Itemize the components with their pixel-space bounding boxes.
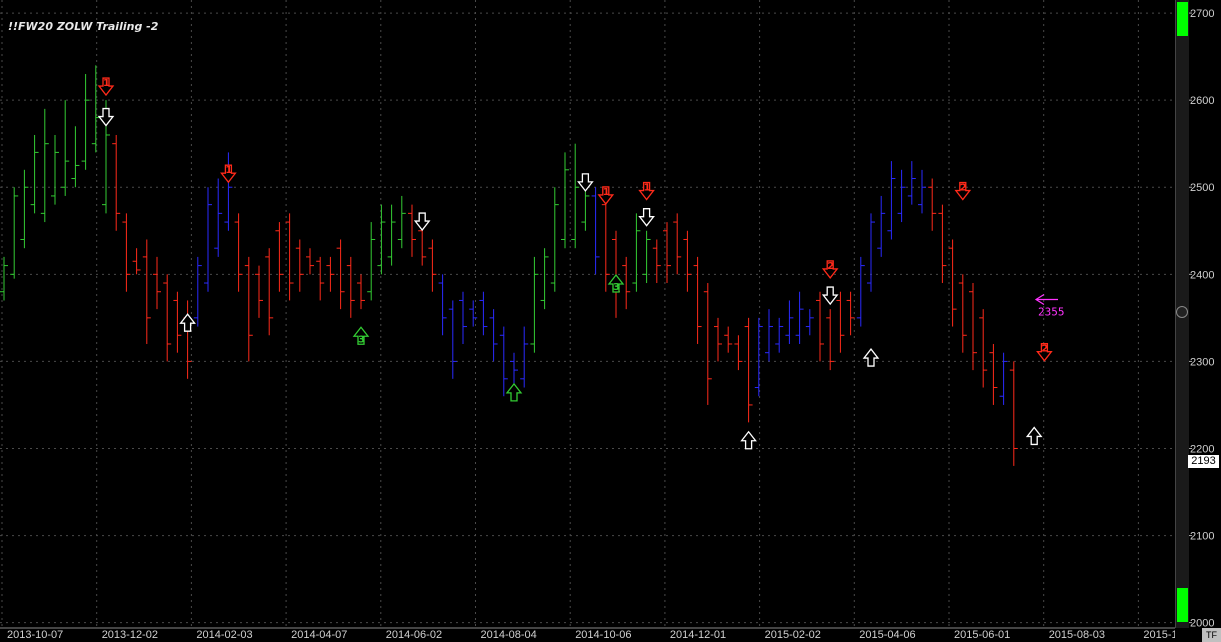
y-tick-label: 2400 (1190, 269, 1214, 281)
timeframe-button[interactable]: TF (1202, 628, 1221, 642)
price-chart[interactable]: 1 1 3 1 3 1 2 2 2 2355 2013-10-07 2013-12-02 2014-… (0, 0, 1175, 642)
x-tick-label: 2013-10-07 (7, 629, 63, 641)
y-tick-label: 2200 (1190, 443, 1214, 455)
signal-label: 1 (603, 187, 610, 198)
x-tick-label: 2014-10-06 (575, 629, 631, 641)
y-tick-label: 2500 (1190, 182, 1214, 194)
scroll-up-button[interactable] (1177, 2, 1188, 36)
signal-label: 1 (103, 78, 110, 89)
x-tick-label: 2015-1 (1143, 629, 1175, 641)
signal-label: 3 (358, 334, 365, 345)
y-tick-label: 2100 (1190, 531, 1214, 543)
x-tick-label: 2015-02-02 (765, 629, 821, 641)
scroll-thumb[interactable] (1176, 306, 1188, 318)
signal-label: 1 (225, 165, 232, 176)
scroll-down-button[interactable] (1177, 588, 1188, 622)
stop-label: 2355 (1038, 306, 1065, 319)
signal-label: 3 (613, 282, 620, 293)
x-tick-label: 2013-12-02 (102, 629, 158, 641)
vertical-scrollbar[interactable] (1175, 0, 1189, 628)
x-tick-label: 2014-08-04 (481, 629, 537, 641)
y-tick-label: 2300 (1190, 356, 1214, 368)
signal-label: 2 (960, 183, 967, 194)
y-axis: 20002100220023002400250026002700 (1188, 8, 1214, 630)
x-tick-label: 2014-12-01 (670, 629, 726, 641)
y-tick-label: 2700 (1190, 8, 1214, 20)
x-tick-label: 2014-02-03 (196, 629, 252, 641)
x-tick-label: 2014-04-07 (291, 629, 347, 641)
x-tick-label: 2014-06-02 (386, 629, 442, 641)
last-price-badge: 2193 (1188, 455, 1219, 468)
signal-label: 2 (1041, 344, 1048, 355)
signal-label: 2 (827, 261, 834, 272)
x-tick-label: 2015-08-03 (1049, 629, 1105, 641)
y-tick-label: 2600 (1190, 95, 1214, 107)
chart-title: !!FW20 ZOLW Trailing -2 (8, 20, 159, 33)
signal-label: 1 (644, 183, 651, 194)
x-tick-label: 2015-04-06 (859, 629, 915, 641)
x-tick-label: 2015-06-01 (954, 629, 1010, 641)
chart-background (0, 0, 1175, 642)
